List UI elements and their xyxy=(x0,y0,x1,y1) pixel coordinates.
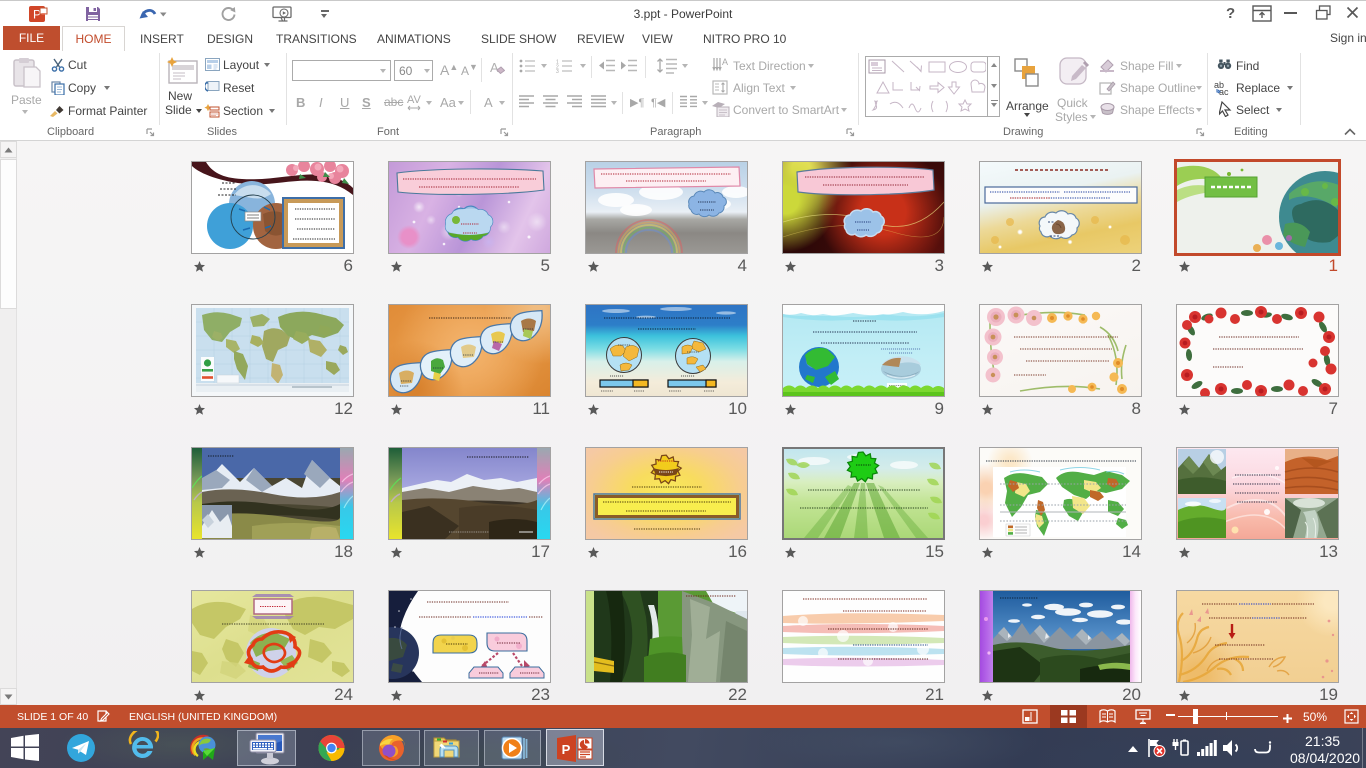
svg-text:A: A xyxy=(490,60,499,75)
svg-text:P: P xyxy=(562,742,571,757)
svg-text:A: A xyxy=(722,57,728,67)
svg-text:3: 3 xyxy=(556,69,559,73)
